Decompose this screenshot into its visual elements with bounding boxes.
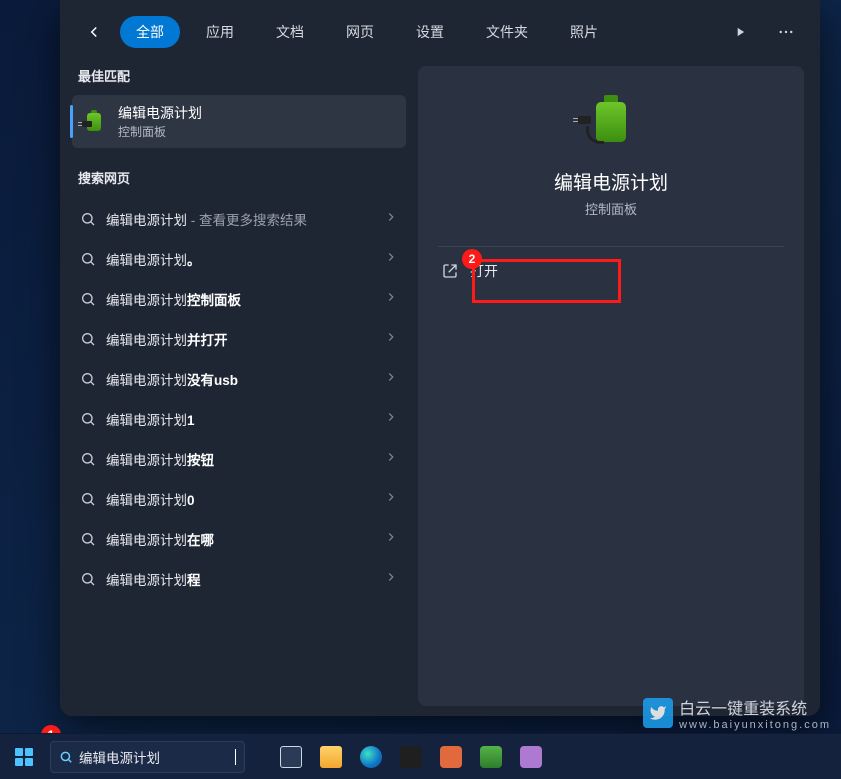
edge-button[interactable] [353, 739, 389, 775]
watermark-name: 白云一键重装系统 [679, 701, 807, 718]
web-result-item[interactable]: 编辑电源计划程 [72, 559, 406, 599]
search-panel: 全部 应用 文档 网页 设置 文件夹 照片 最佳匹配 编辑电 [60, 0, 820, 716]
section-best-match: 最佳匹配 [72, 58, 406, 95]
chevron-right-icon [384, 330, 398, 349]
tab-apps[interactable]: 应用 [190, 16, 250, 48]
chevron-right-icon [384, 210, 398, 229]
detail-sub: 控制面板 [585, 199, 637, 218]
web-result-text: 编辑电源计划 - 查看更多搜索结果 [106, 209, 307, 229]
open-label: 打开 [470, 261, 498, 281]
web-result-item[interactable]: 编辑电源计划 - 查看更多搜索结果 [72, 199, 406, 239]
web-result-text: 编辑电源计划0 [106, 489, 195, 509]
watermark-url: www.baiyunxitong.com [679, 719, 831, 731]
web-result-text: 编辑电源计划按钮 [106, 449, 214, 469]
battery-icon-large [582, 92, 640, 150]
chevron-right-icon [384, 530, 398, 549]
app4-button[interactable] [393, 739, 429, 775]
chevron-right-icon [384, 250, 398, 269]
web-result-item[interactable]: 编辑电源计划按钮 [72, 439, 406, 479]
search-icon [80, 571, 96, 587]
search-icon [80, 291, 96, 307]
search-icon [80, 211, 96, 227]
taskbar-apps [273, 739, 549, 775]
file-explorer-button[interactable] [313, 739, 349, 775]
chevron-right-icon [384, 490, 398, 509]
web-result-text: 编辑电源计划在哪 [106, 529, 214, 549]
tabs: 全部 应用 文档 网页 设置 文件夹 照片 [120, 16, 614, 48]
detail-card: 编辑电源计划 控制面板 打开 [418, 66, 804, 706]
header-actions [726, 18, 800, 46]
task-view-button[interactable] [273, 739, 309, 775]
start-button[interactable] [6, 739, 42, 775]
search-icon [80, 451, 96, 467]
search-icon [80, 251, 96, 267]
tab-docs[interactable]: 文档 [260, 16, 320, 48]
web-result-item[interactable]: 编辑电源计划1 [72, 399, 406, 439]
web-result-text: 编辑电源计划控制面板 [106, 289, 241, 309]
web-result-text: 编辑电源计划1 [106, 409, 195, 429]
web-result-text: 编辑电源计划没有usb [106, 369, 238, 389]
chevron-right-icon [384, 450, 398, 469]
search-icon [80, 491, 96, 507]
search-icon [59, 750, 73, 764]
web-result-item[interactable]: 编辑电源计划在哪 [72, 519, 406, 559]
back-button[interactable] [80, 18, 108, 46]
web-result-text: 编辑电源计划并打开 [106, 329, 228, 349]
web-result-item[interactable]: 编辑电源计划0 [72, 479, 406, 519]
web-result-item[interactable]: 编辑电源计划控制面板 [72, 279, 406, 319]
tab-web[interactable]: 网页 [330, 16, 390, 48]
app7-button[interactable] [513, 739, 549, 775]
more-icon[interactable] [772, 18, 800, 46]
search-input[interactable]: 编辑电源计划 [50, 741, 245, 773]
open-action[interactable]: 打开 [438, 247, 784, 295]
web-result-text: 编辑电源计划程 [106, 569, 201, 589]
open-icon [442, 263, 458, 279]
chevron-right-icon [384, 570, 398, 589]
web-result-item[interactable]: 编辑电源计划没有usb [72, 359, 406, 399]
section-web: 搜索网页 [72, 160, 406, 197]
best-match-title: 编辑电源计划 [118, 103, 202, 123]
tab-folders[interactable]: 文件夹 [470, 16, 544, 48]
web-results-list: 编辑电源计划 - 查看更多搜索结果 编辑电源计划。 编辑电源计划控制面板 编辑电… [72, 199, 406, 599]
app6-button[interactable] [473, 739, 509, 775]
app5-button[interactable] [433, 739, 469, 775]
forward-icon[interactable] [726, 18, 754, 46]
taskbar: 编辑电源计划 [0, 733, 841, 779]
search-icon [80, 331, 96, 347]
tab-all[interactable]: 全部 [120, 16, 180, 48]
search-icon [80, 371, 96, 387]
web-result-item[interactable]: 编辑电源计划并打开 [72, 319, 406, 359]
chevron-right-icon [384, 370, 398, 389]
detail-title: 编辑电源计划 [554, 168, 668, 195]
text-cursor [235, 749, 236, 765]
best-match-item[interactable]: 编辑电源计划 控制面板 [72, 95, 406, 148]
web-result-text: 编辑电源计划。 [106, 249, 201, 269]
search-header: 全部 应用 文档 网页 设置 文件夹 照片 [60, 0, 820, 58]
panel-body: 最佳匹配 编辑电源计划 控制面板 搜索网页 编辑电源计划 - 查看更多搜索结果 … [60, 58, 820, 716]
battery-icon [82, 109, 108, 135]
chevron-right-icon [384, 290, 398, 309]
tab-photos[interactable]: 照片 [554, 16, 614, 48]
web-result-item[interactable]: 编辑电源计划。 [72, 239, 406, 279]
tab-settings[interactable]: 设置 [400, 16, 460, 48]
detail-column: 编辑电源计划 控制面板 打开 [412, 58, 820, 716]
windows-icon [15, 748, 33, 766]
chevron-right-icon [384, 410, 398, 429]
search-input-text: 编辑电源计划 [79, 747, 229, 767]
best-match-sub: 控制面板 [118, 123, 202, 140]
watermark-logo-icon [643, 698, 673, 728]
search-icon [80, 531, 96, 547]
watermark: 白云一键重装系统 www.baiyunxitong.com [643, 695, 831, 731]
results-column: 最佳匹配 编辑电源计划 控制面板 搜索网页 编辑电源计划 - 查看更多搜索结果 … [60, 58, 412, 716]
search-icon [80, 411, 96, 427]
